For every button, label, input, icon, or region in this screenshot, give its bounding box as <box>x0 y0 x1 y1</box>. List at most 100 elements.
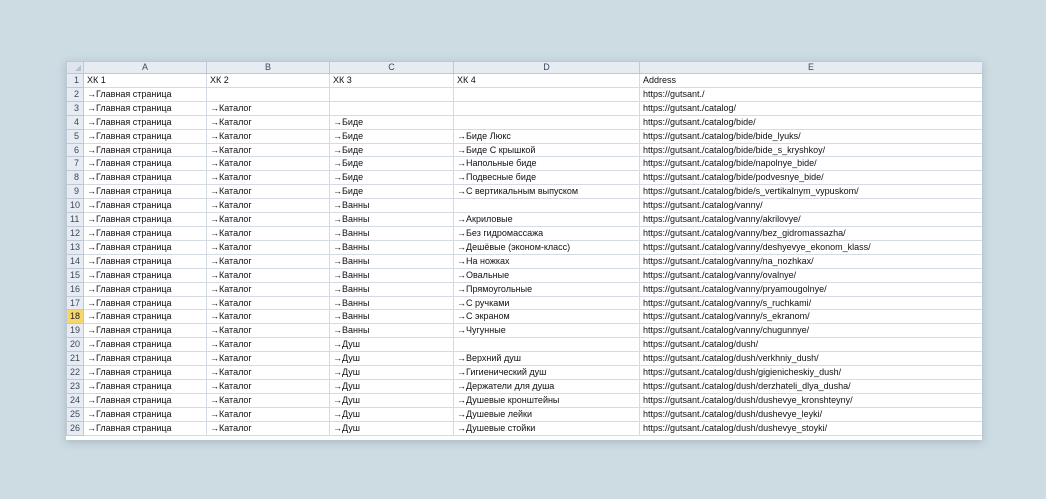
cell-e[interactable]: https://gutsant./catalog/vanny/na_nozhka… <box>639 253 982 269</box>
cell-e[interactable]: https://gutsant./catalog/vanny/s_ruchkam… <box>639 295 982 311</box>
cell-c[interactable]: →Ванны <box>329 198 454 214</box>
cell-d[interactable] <box>453 198 640 214</box>
cell-d[interactable]: →Верхний душ <box>453 351 640 367</box>
row-header[interactable]: 16 <box>66 281 84 297</box>
cell-d[interactable]: →Дешёвые (эконом-класс) <box>453 239 640 255</box>
cell-c[interactable]: →Биде <box>329 114 454 130</box>
cell-a[interactable]: →Главная страница <box>83 142 207 158</box>
cell-e[interactable]: https://gutsant./catalog/bide/ <box>639 114 982 130</box>
cell-b[interactable] <box>206 86 330 102</box>
cell-b[interactable]: →Каталог <box>206 309 330 325</box>
cell-a[interactable]: →Главная страница <box>83 86 207 102</box>
cell-e[interactable]: https://gutsant./catalog/dush/dushevye_s… <box>639 420 982 436</box>
row-header[interactable]: 25 <box>66 406 84 422</box>
cell-d[interactable]: →С ручками <box>453 295 640 311</box>
cell-d[interactable]: →Напольные биде <box>453 156 640 172</box>
cell-b[interactable]: →Каталог <box>206 225 330 241</box>
cell-e[interactable]: https://gutsant./catalog/bide/bide_s_kry… <box>639 142 982 158</box>
cell-a[interactable]: →Главная страница <box>83 253 207 269</box>
row-header[interactable]: 19 <box>66 323 84 339</box>
cell-e[interactable]: https://gutsant./catalog/dush/verkhniy_d… <box>639 351 982 367</box>
cell-b[interactable]: →Каталог <box>206 323 330 339</box>
cell-c[interactable]: →Душ <box>329 392 454 408</box>
cell-e[interactable]: Address <box>639 73 982 88</box>
cell-b[interactable]: →Каталог <box>206 267 330 283</box>
column-header-d[interactable]: D <box>453 61 640 74</box>
cell-e[interactable]: https://gutsant./ <box>639 86 982 102</box>
cell-e[interactable]: https://gutsant./catalog/vanny/ovalnye/ <box>639 267 982 283</box>
cell-a[interactable]: →Главная страница <box>83 309 207 325</box>
cell-e[interactable]: https://gutsant./catalog/vanny/deshyevye… <box>639 239 982 255</box>
cell-a[interactable]: →Главная страница <box>83 170 207 186</box>
cell-d[interactable]: →Подвесные биде <box>453 170 640 186</box>
cell-e[interactable]: https://gutsant./catalog/dush/gigieniche… <box>639 365 982 380</box>
cell-b[interactable]: →Каталог <box>206 170 330 186</box>
cell-e[interactable]: https://gutsant./catalog/vanny/akrilovye… <box>639 212 982 227</box>
cell-c[interactable]: →Душ <box>329 351 454 367</box>
cell-b[interactable]: →Каталог <box>206 337 330 353</box>
row-header[interactable]: 4 <box>66 114 84 130</box>
cell-e[interactable]: https://gutsant./catalog/dush/dushevye_l… <box>639 406 982 422</box>
column-header-e[interactable]: E <box>639 61 982 74</box>
row-header[interactable]: 10 <box>66 198 84 214</box>
row-header[interactable]: 1 <box>66 73 84 88</box>
cell-c[interactable]: →Душ <box>329 365 454 380</box>
row-header[interactable]: 11 <box>66 212 84 227</box>
cell-e[interactable]: https://gutsant./catalog/dush/derzhateli… <box>639 378 982 394</box>
cell-a[interactable]: →Главная страница <box>83 198 207 214</box>
row-header[interactable]: 7 <box>66 156 84 172</box>
cell-d[interactable]: →Прямоугольные <box>453 281 640 297</box>
cell-e[interactable]: https://gutsant./catalog/vanny/pryamougo… <box>639 281 982 297</box>
cell-b[interactable]: →Каталог <box>206 406 330 422</box>
cell-c[interactable]: →Душ <box>329 378 454 394</box>
row-header[interactable]: 6 <box>66 142 84 158</box>
cell-b[interactable]: →Каталог <box>206 114 330 130</box>
row-header[interactable]: 5 <box>66 128 84 144</box>
cell-b[interactable]: →Каталог <box>206 184 330 200</box>
cell-c[interactable]: →Душ <box>329 406 454 422</box>
cell-a[interactable]: →Главная страница <box>83 323 207 339</box>
cell-a[interactable]: →Главная страница <box>83 100 207 116</box>
cell-d[interactable]: →Без гидромассажа <box>453 225 640 241</box>
cell-b[interactable]: →Каталог <box>206 239 330 255</box>
cell-b[interactable]: →Каталог <box>206 100 330 116</box>
row-header[interactable]: 20 <box>66 337 84 353</box>
cell-d[interactable]: →Душевые стойки <box>453 420 640 436</box>
cell-a[interactable]: →Главная страница <box>83 365 207 380</box>
cell-b[interactable]: →Каталог <box>206 295 330 311</box>
cell-b[interactable]: →Каталог <box>206 351 330 367</box>
row-header[interactable]: 13 <box>66 239 84 255</box>
cell-b[interactable]: →Каталог <box>206 392 330 408</box>
cell-c[interactable]: →Ванны <box>329 253 454 269</box>
cell-b[interactable]: →Каталог <box>206 156 330 172</box>
cell-b[interactable]: ХК 2 <box>206 73 330 88</box>
cell-c[interactable]: →Душ <box>329 420 454 436</box>
cell-b[interactable]: →Каталог <box>206 420 330 436</box>
cell-c[interactable]: →Биде <box>329 170 454 186</box>
row-header[interactable]: 9 <box>66 184 84 200</box>
cell-a[interactable]: →Главная страница <box>83 225 207 241</box>
cell-a[interactable]: →Главная страница <box>83 351 207 367</box>
cell-a[interactable]: →Главная страница <box>83 378 207 394</box>
cell-b[interactable]: →Каталог <box>206 281 330 297</box>
cell-d[interactable]: →На ножках <box>453 253 640 269</box>
cell-b[interactable]: →Каталог <box>206 365 330 380</box>
cell-c[interactable]: →Ванны <box>329 281 454 297</box>
cell-c[interactable]: →Ванны <box>329 267 454 283</box>
cell-a[interactable]: →Главная страница <box>83 128 207 144</box>
cell-d[interactable]: ХК 4 <box>453 73 640 88</box>
cell-c[interactable]: →Душ <box>329 337 454 353</box>
cell-a[interactable]: →Главная страница <box>83 212 207 227</box>
cell-d[interactable]: →Гигиенический душ <box>453 365 640 380</box>
cell-d[interactable] <box>453 100 640 116</box>
cell-b[interactable]: →Каталог <box>206 253 330 269</box>
cell-d[interactable]: →Держатели для душа <box>453 378 640 394</box>
cell-b[interactable]: →Каталог <box>206 212 330 227</box>
cell-b[interactable]: →Каталог <box>206 142 330 158</box>
row-header[interactable]: 2 <box>66 86 84 102</box>
column-header-a[interactable]: A <box>83 61 207 74</box>
cell-e[interactable]: https://gutsant./catalog/ <box>639 100 982 116</box>
cell-c[interactable]: →Ванны <box>329 239 454 255</box>
row-header[interactable]: 3 <box>66 100 84 116</box>
cell-c[interactable]: →Ванны <box>329 309 454 325</box>
